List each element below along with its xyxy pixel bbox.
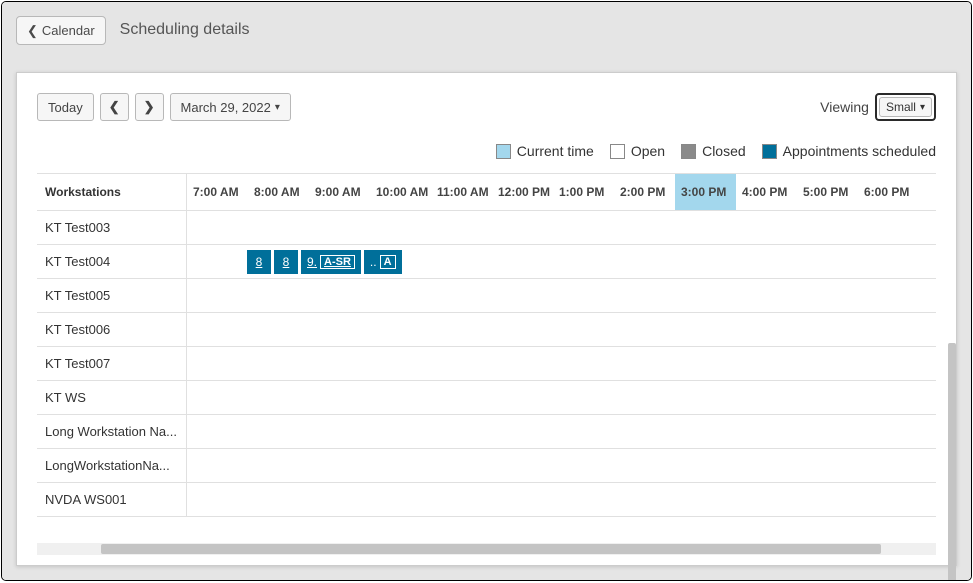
today-button[interactable]: Today	[37, 93, 94, 121]
workstation-row: KT Test006	[37, 313, 936, 347]
appointment-label: ..	[370, 255, 377, 269]
appointment-label: 8	[283, 255, 290, 269]
workstations-header: Workstations	[37, 174, 187, 210]
legend-open: Open	[631, 143, 665, 159]
schedule-lane[interactable]	[187, 449, 936, 482]
prev-day-button[interactable]: ❮	[100, 93, 129, 121]
time-header-cell: 12:00 PM	[492, 174, 553, 210]
workstation-name: KT WS	[37, 381, 187, 414]
appointment-box: A-SR	[320, 255, 355, 269]
legend-current-time: Current time	[517, 143, 594, 159]
date-picker-button[interactable]: March 29, 2022 ▾	[170, 93, 291, 121]
appointment-box: A	[380, 255, 396, 269]
workstation-row: NVDA WS001	[37, 483, 936, 517]
chevron-right-icon: ❯	[144, 99, 155, 115]
time-header-cell: 2:00 PM	[614, 174, 675, 210]
workstation-name: Long Workstation Na...	[37, 415, 187, 448]
workstation-row: LongWorkstationNa...	[37, 449, 936, 483]
time-header-cell: 5:00 PM	[797, 174, 858, 210]
page-title: Scheduling details	[120, 21, 250, 39]
appointment-label: 8	[256, 255, 263, 269]
workstation-row: KT Test005	[37, 279, 936, 313]
workstation-row: KT Test004889.A-SR..A	[37, 245, 936, 279]
time-header-cell: 3:00 PM	[675, 174, 736, 210]
schedule-header: Workstations 7:00 AM8:00 AM9:00 AM10:00 …	[37, 173, 936, 211]
workstation-row: KT WS	[37, 381, 936, 415]
time-header-cell: 4:00 PM	[736, 174, 797, 210]
time-header-cell: 11:00 AM	[431, 174, 492, 210]
schedule-lane[interactable]	[187, 313, 936, 346]
workstation-row: KT Test003	[37, 211, 936, 245]
legend: Current time Open Closed Appointments sc…	[37, 143, 936, 159]
chevron-left-icon: ❮	[27, 24, 38, 37]
workstation-name: KT Test004	[37, 245, 187, 278]
workstation-name: KT Test006	[37, 313, 187, 346]
workstation-row: KT Test007	[37, 347, 936, 381]
schedule-lane[interactable]	[187, 279, 936, 312]
size-value: Small	[886, 100, 916, 114]
vertical-scrollbar[interactable]	[948, 343, 956, 581]
time-header-cell: 9:00 AM	[309, 174, 370, 210]
swatch-closed	[681, 144, 696, 159]
top-bar: ❮ Calendar Scheduling details	[2, 2, 971, 58]
schedule-lane[interactable]	[187, 347, 936, 380]
appointment-block[interactable]: 8	[247, 250, 271, 274]
schedule-panel: Today ❮ ❯ March 29, 2022 ▾ Viewing	[16, 72, 957, 566]
chevron-down-icon: ▾	[275, 102, 280, 113]
scroll-thumb[interactable]	[101, 544, 881, 554]
appointment-block[interactable]: 9.A-SR	[301, 250, 361, 274]
viewing-label: Viewing	[820, 99, 869, 115]
time-header-cell: 1:00 PM	[553, 174, 614, 210]
appointment-block[interactable]: ..A	[364, 250, 402, 274]
next-day-button[interactable]: ❯	[135, 93, 164, 121]
schedule-lane[interactable]	[187, 211, 936, 244]
workstation-name: KT Test005	[37, 279, 187, 312]
schedule-area: Workstations 7:00 AM8:00 AM9:00 AM10:00 …	[37, 173, 936, 555]
workstation-name: KT Test007	[37, 347, 187, 380]
workstation-name: NVDA WS001	[37, 483, 187, 516]
schedule-lane[interactable]	[187, 415, 936, 448]
schedule-body[interactable]: KT Test003KT Test004889.A-SR..AKT Test00…	[37, 211, 936, 543]
swatch-current-time	[496, 144, 511, 159]
date-nav: Today ❮ ❯ March 29, 2022 ▾	[37, 93, 291, 121]
schedule-lane[interactable]	[187, 381, 936, 414]
swatch-open	[610, 144, 625, 159]
time-header-cell: 10:00 AM	[370, 174, 431, 210]
legend-appointments: Appointments scheduled	[783, 143, 936, 159]
appointment-label: 9.	[307, 255, 317, 269]
workstation-row: Long Workstation Na...	[37, 415, 936, 449]
size-select[interactable]: Small ▾	[875, 93, 936, 121]
time-header-cell: 6:00 PM	[858, 174, 919, 210]
schedule-lane[interactable]	[187, 483, 936, 516]
horizontal-scrollbar[interactable]	[37, 543, 936, 555]
time-header-cell: 7:00 AM	[187, 174, 248, 210]
chevron-left-icon: ❮	[109, 99, 120, 115]
chevron-down-icon: ▾	[920, 102, 925, 113]
date-label: March 29, 2022	[181, 100, 271, 115]
schedule-lane[interactable]: 889.A-SR..A	[187, 245, 936, 278]
legend-closed: Closed	[702, 143, 746, 159]
back-label: Calendar	[42, 23, 95, 38]
back-calendar-button[interactable]: ❮ Calendar	[16, 16, 106, 45]
workstation-name: LongWorkstationNa...	[37, 449, 187, 482]
swatch-appointments	[762, 144, 777, 159]
appointment-block[interactable]: 8	[274, 250, 298, 274]
workstation-name: KT Test003	[37, 211, 187, 244]
time-header-cell: 8:00 AM	[248, 174, 309, 210]
